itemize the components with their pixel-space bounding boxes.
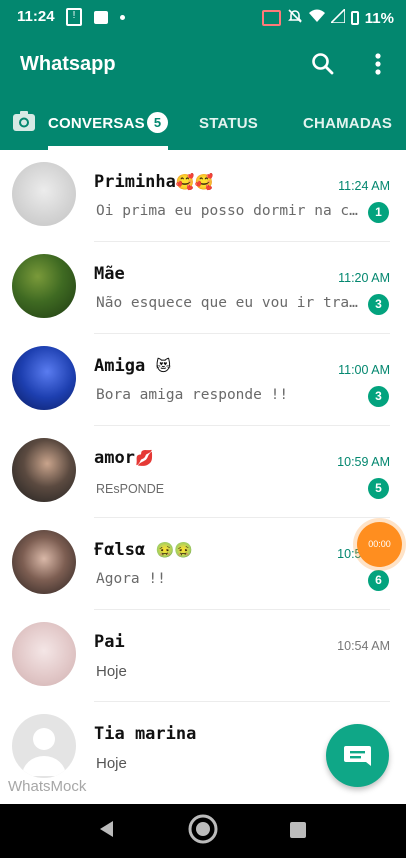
chat-time: 10:59 AM: [337, 455, 390, 469]
chat-name: amor💋: [94, 448, 154, 468]
avatar[interactable]: [12, 438, 76, 502]
chat-name: Tia marina: [94, 724, 197, 744]
unread-badge: 3: [368, 386, 389, 407]
chat-row-amiga[interactable]: Amiga 😻 11:00 AM Bora amiga responde !! …: [0, 334, 406, 426]
chat-last-message: Bora amiga responde !!: [96, 387, 289, 403]
watermark: WhatsMock: [8, 778, 87, 795]
system-icons: 11%: [261, 7, 394, 28]
avatar[interactable]: [12, 714, 76, 778]
chat-last-message: Oi prima eu posso dormir na casa de você…: [96, 203, 358, 219]
avatar[interactable]: [12, 162, 76, 226]
chat-row-priminha[interactable]: Priminha🥰🥰 11:24 AM Oi prima eu posso do…: [0, 150, 406, 242]
tab-status[interactable]: STATUS: [199, 115, 258, 132]
unread-badge: 6: [368, 570, 389, 591]
avatar[interactable]: [12, 346, 76, 410]
chat-row-pai[interactable]: Pai 10:54 AM Hoje: [0, 610, 406, 702]
avatar[interactable]: [12, 530, 76, 594]
tab-chamadas[interactable]: CHAMADAS: [303, 115, 392, 132]
recording-bubble[interactable]: 00:00: [357, 522, 402, 567]
status-bar: 11:24 ! 11%: [0, 0, 406, 34]
chat-last-message: Hoje: [96, 755, 127, 772]
wifi-icon: [308, 9, 325, 27]
message-icon: [344, 746, 371, 766]
camera-icon[interactable]: [12, 110, 36, 132]
battery-percent: 11%: [364, 9, 394, 27]
chat-row-amor[interactable]: amor💋 10:59 AM REsPONDE 5: [0, 426, 406, 518]
tab-conversas[interactable]: CONVERSAS: [48, 115, 145, 132]
chat-name: Amiga 😻: [94, 356, 172, 376]
chat-time: 10:54 AM: [337, 639, 390, 653]
signal-icon: [328, 7, 346, 27]
home-icon[interactable]: [186, 812, 220, 846]
default-avatar-icon: [22, 728, 66, 776]
battery-icon: [350, 11, 359, 25]
chat-last-message: REsPONDE: [96, 482, 165, 496]
mute-icon: [287, 8, 303, 28]
chat-time: 11:20 AM: [338, 271, 390, 285]
chat-name: Mãe: [94, 264, 125, 284]
unread-badge: 5: [368, 478, 389, 499]
image-icon: [94, 10, 108, 24]
status-time: 11:24: [17, 8, 55, 25]
chat-time: 11:24 AM: [338, 179, 390, 193]
notification-icons: !: [66, 8, 125, 26]
chat-row-mae[interactable]: Mãe 11:20 AM Não esquece que eu vou ir t…: [0, 242, 406, 334]
dot-icon: [120, 14, 125, 20]
app-bar: Whatsapp: [0, 34, 406, 94]
back-icon[interactable]: [97, 819, 115, 839]
avatar[interactable]: [12, 622, 76, 686]
recents-icon[interactable]: [290, 822, 306, 838]
chat-row-falsa[interactable]: Ғαlѕα 🤢🤢 10:57 AM Agora !! 6: [0, 518, 406, 610]
alert-icon: !: [66, 8, 82, 26]
tab-unread-badge: 5: [147, 112, 168, 133]
chat-last-message: Hoje: [96, 663, 127, 680]
unread-badge: 3: [368, 294, 389, 315]
chat-last-message: Não esquece que eu vou ir trabalhar: [96, 295, 358, 311]
chat-name: Ғαlѕα 🤢🤢: [94, 540, 193, 560]
unread-badge: 1: [368, 202, 389, 223]
chat-name: Pai: [94, 632, 125, 652]
tab-bar: CONVERSAS 5 STATUS CHAMADAS: [0, 94, 406, 150]
search-icon[interactable]: [310, 51, 336, 77]
chat-last-message: Agora !!: [96, 571, 166, 587]
app-title: Whatsapp: [20, 53, 116, 75]
avatar[interactable]: [12, 254, 76, 318]
chat-time: 11:00 AM: [338, 363, 390, 377]
new-chat-button[interactable]: [326, 724, 389, 787]
cast-icon: [261, 10, 281, 26]
more-options-icon[interactable]: [368, 51, 388, 77]
chat-name: Priminha🥰🥰: [94, 172, 214, 192]
